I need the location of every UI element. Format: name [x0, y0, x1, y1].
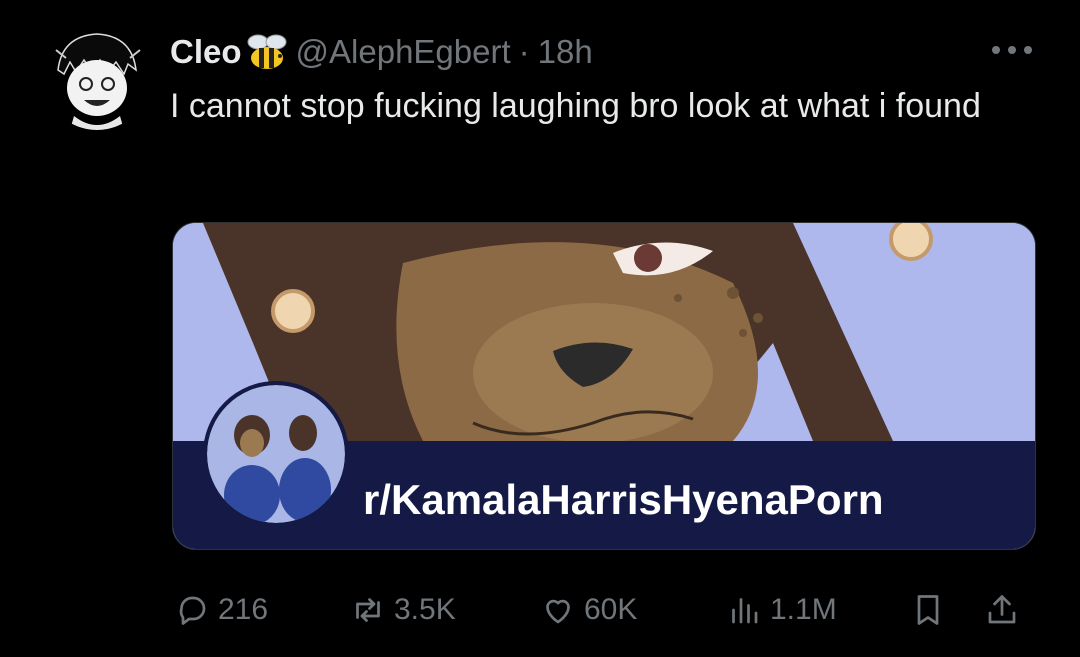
like-icon — [546, 599, 570, 624]
author-handle[interactable]: @AlephEgbert — [296, 33, 511, 71]
views-icon — [732, 598, 758, 624]
like-count: 60K — [584, 593, 638, 626]
author-avatar[interactable] — [44, 24, 150, 130]
subreddit-icon — [203, 381, 349, 527]
link-card[interactable]: r/KamalaHarrisHyenaPorn — [172, 222, 1036, 550]
repost-button[interactable]: 3.5K — [350, 586, 456, 634]
views-count: 1.1M — [770, 593, 837, 626]
tweet-header: Cleo @AlephEgbert · 18h — [170, 30, 593, 74]
tweet-text: I cannot stop fucking laughing bro look … — [170, 87, 981, 125]
share-icon — [988, 595, 1016, 624]
avatar-drawing — [44, 24, 150, 130]
reply-count: 216 — [218, 593, 269, 626]
bee-icon — [244, 32, 290, 72]
views-button[interactable]: 1.1M — [726, 586, 837, 634]
like-button[interactable]: 60K — [540, 586, 637, 634]
repost-count: 3.5K — [394, 593, 456, 626]
author-name[interactable]: Cleo — [170, 33, 242, 71]
more-icon[interactable] — [992, 44, 1032, 56]
reply-button[interactable]: 216 — [174, 586, 268, 634]
repost-icon — [356, 598, 380, 622]
card-title: r/KamalaHarrisHyenaPorn — [363, 476, 884, 523]
bookmark-icon — [917, 595, 939, 625]
separator-dot: · — [518, 33, 530, 70]
share-button[interactable] — [984, 586, 1028, 634]
tweet-time[interactable]: 18h — [538, 33, 593, 71]
tweet-actions: 216 3.5K 60K 1.1M — [172, 586, 1034, 634]
reply-icon — [179, 596, 206, 625]
bookmark-button[interactable] — [910, 586, 954, 634]
